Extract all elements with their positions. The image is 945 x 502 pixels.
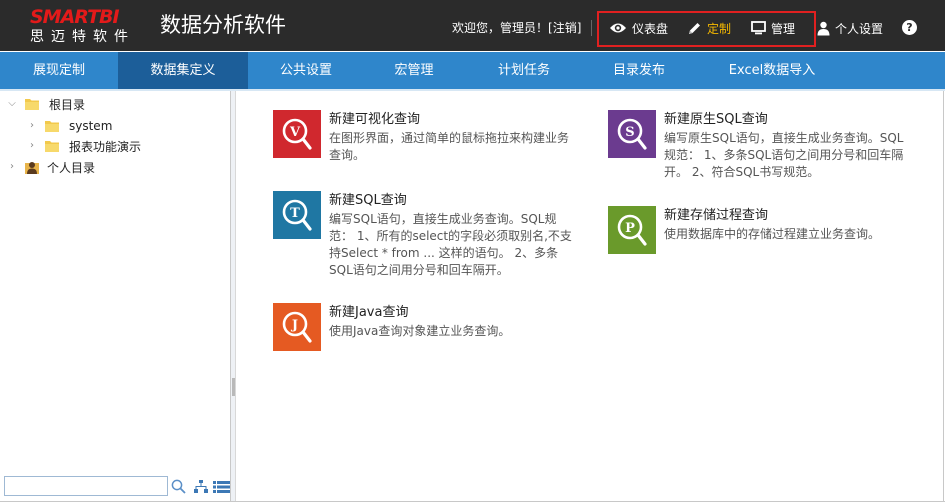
tree-label-personal: 个人目录 [47,160,96,175]
manage-label: 管理 [771,21,796,36]
panel-splitter[interactable] [231,91,236,502]
tree-node-system[interactable]: › system [27,116,112,136]
eye-icon [610,23,626,33]
folder-icon [45,141,59,152]
card-title: 新建存储过程查询 [664,208,769,223]
smartbi-logo: SMARTBI 思迈特软件 [30,6,145,48]
card-description: 在图形界面，通过简单的鼠标拖拉来构建业务查询。 [329,131,570,162]
logo-wordmark: SMARTBI [30,6,120,28]
card-sql-query[interactable]: T 新建SQL查询 编写SQL语句，直接生成业务查询。SQL规范： 1、所有的s… [273,191,578,281]
tree-view-icon[interactable] [194,480,208,493]
tree-node-report-demo[interactable]: › 报表功能演示 [27,136,141,156]
java-query-icon: J [273,303,321,351]
dashboard-button[interactable]: 仪表盘 [609,18,668,38]
tree-node-personal[interactable]: › 个人目录 [7,157,95,177]
resource-tree-panel: ⌵ 根目录 › system › 报表功能演示 › 个人目录 [1,91,231,501]
customize-label: 定制 [707,21,732,36]
card-description: 使用数据库中的存储过程建立业务查询。 [664,227,881,241]
nav-catalog-publish[interactable]: 目录发布 [584,52,694,90]
logo-subtitle: 思迈特软件 [30,29,135,45]
tree-label-report-demo: 报表功能演示 [69,139,142,154]
visual-query-icon: V [273,110,321,158]
card-visual-query[interactable]: V 新建可视化查询 在图形界面，通过简单的鼠标拖拉来构建业务查询。 [273,110,578,170]
card-native-sql-query[interactable]: S 新建原生SQL查询 编写原生SQL语句，直接生成业务查询。SQL规范： 1、… [608,110,913,185]
tree-label-system: system [69,119,113,133]
card-description: 编写SQL语句，直接生成业务查询。SQL规范： 1、所有的select的字段必须… [329,212,572,277]
card-java-query[interactable]: J 新建Java查询 使用Java查询对象建立业务查询。 [273,303,578,353]
folder-icon [25,99,39,110]
search-icon[interactable] [171,479,186,494]
svg-text:S: S [625,125,634,140]
main-nav: 展现定制 数据集定义 公共设置 宏管理 计划任务 目录发布 Excel数据导入 [0,52,945,90]
tree-label-root: 根目录 [49,97,86,112]
splitter-grip[interactable] [232,378,235,396]
sql-query-icon: T [273,191,321,239]
card-title: 新建SQL查询 [329,193,407,208]
svg-text:T: T [290,206,300,221]
personal-folder-icon [25,162,39,174]
nav-excel-import[interactable]: Excel数据导入 [694,52,850,90]
native-sql-query-icon: S [608,110,656,158]
card-title: 新建原生SQL查询 [664,112,768,127]
chevron-right-icon[interactable]: › [27,141,37,151]
nav-public-settings[interactable]: 公共设置 [248,52,364,90]
card-title: 新建Java查询 [329,305,409,320]
manage-button[interactable]: 管理 [751,18,795,38]
app-header: SMARTBI 思迈特软件 数据分析软件 欢迎您，管理员！[注销] 仪表盘 定制… [0,0,945,51]
list-view-icon[interactable] [213,481,230,493]
monitor-icon [751,21,766,35]
chevron-down-icon[interactable]: ⌵ [7,99,17,109]
nav-display-customize[interactable]: 展现定制 [0,52,118,90]
nav-dataset-definition[interactable]: 数据集定义 [118,52,248,90]
card-title: 新建可视化查询 [329,112,421,127]
dashboard-label: 仪表盘 [632,21,669,36]
nav-macro-management[interactable]: 宏管理 [364,52,464,90]
frame-border-right [943,91,944,502]
card-description: 使用Java查询对象建立业务查询。 [329,324,511,338]
card-stored-procedure-query[interactable]: P 新建存储过程查询 使用数据库中的存储过程建立业务查询。 [608,206,913,261]
tree-search-input[interactable] [4,476,168,496]
svg-text:J: J [291,318,298,333]
folder-icon [45,121,59,132]
app-title: 数据分析软件 [160,13,286,37]
card-description: 编写原生SQL语句，直接生成业务查询。SQL规范： 1、多条SQL语句之间用分号… [664,131,904,179]
svg-text:P: P [625,221,635,236]
personal-settings-label: 个人设置 [835,21,884,36]
stored-procedure-query-icon: P [608,206,656,254]
chevron-right-icon[interactable]: › [7,162,17,172]
chevron-right-icon[interactable]: › [27,121,37,131]
logout-link[interactable]: [注销] [548,21,581,35]
welcome-label: 欢迎您，管理员！ [452,21,549,35]
tree-node-root[interactable]: ⌵ 根目录 [7,94,85,114]
customize-button[interactable]: 定制 [687,18,731,38]
nav-scheduled-tasks[interactable]: 计划任务 [464,52,584,90]
help-icon[interactable]: ? [902,20,917,35]
user-icon [817,21,830,35]
header-divider [591,20,592,36]
svg-text:V: V [289,125,301,140]
welcome-text: 欢迎您，管理员！[注销] [452,20,581,36]
pencil-icon [689,22,700,34]
personal-settings-button[interactable]: 个人设置 [817,18,883,38]
